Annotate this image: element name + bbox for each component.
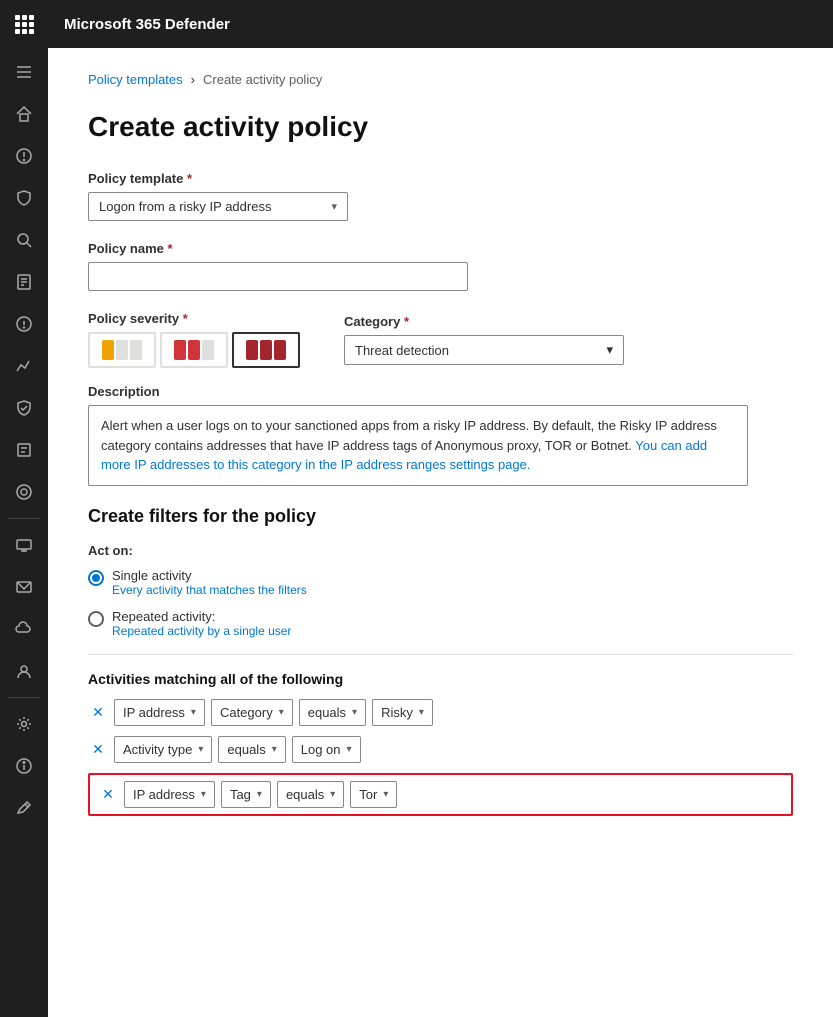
- filter-row-3-highlighted: ✕ IP address ▾ Tag ▾ equals ▾ Tor ▾: [88, 773, 793, 816]
- identity-icon[interactable]: [0, 651, 48, 691]
- filter-ip-address-1[interactable]: IP address ▾: [114, 699, 205, 726]
- single-activity-sublabel: Every activity that matches the filters: [112, 583, 307, 597]
- content-area: Policy templates › Create activity polic…: [48, 48, 833, 1017]
- email-icon[interactable]: [0, 567, 48, 607]
- filter-row-1: ✕ IP address ▾ Category ▾ equals ▾ Risky…: [88, 699, 793, 726]
- reports-icon[interactable]: [0, 262, 48, 302]
- category-group: Category * Threat detection ▾: [344, 314, 624, 365]
- policy-template-label: Policy template *: [88, 171, 793, 186]
- repeated-activity-option[interactable]: Repeated activity: Repeated activity by …: [88, 609, 793, 638]
- single-activity-option[interactable]: Single activity Every activity that matc…: [88, 568, 793, 597]
- policy-name-label: Policy name *: [88, 241, 793, 256]
- endpoints-icon[interactable]: [0, 525, 48, 565]
- chevron-icon: ▾: [272, 744, 277, 755]
- severity-low[interactable]: [88, 332, 156, 368]
- breadcrumb: Policy templates › Create activity polic…: [88, 72, 793, 87]
- filter-tor-3[interactable]: Tor ▾: [350, 781, 397, 808]
- severity-label: Policy severity *: [88, 311, 300, 326]
- policy-name-group: Policy name * Logon from a risky IP addr…: [88, 241, 793, 291]
- filter-category-1[interactable]: Category ▾: [211, 699, 293, 726]
- chevron-icon: ▾: [198, 744, 203, 755]
- repeated-activity-radio[interactable]: [88, 611, 104, 627]
- divider-2: [8, 697, 40, 698]
- category-chevron-icon: ▾: [606, 342, 613, 358]
- threat-analytics-icon[interactable]: [0, 346, 48, 386]
- sidebar-top-bar: [0, 0, 48, 48]
- main-wrapper: Microsoft 365 Defender Policy templates …: [48, 0, 833, 1017]
- divider-1: [8, 518, 40, 519]
- description-group: Description Alert when a user logs on to…: [88, 384, 793, 486]
- learning-hub-icon[interactable]: [0, 430, 48, 470]
- chevron-icon: ▾: [330, 789, 335, 800]
- chevron-icon: ▾: [257, 789, 262, 800]
- description-link[interactable]: You can add more IP addresses to this ca…: [101, 438, 707, 473]
- description-box: Alert when a user logs on to your sancti…: [88, 405, 748, 486]
- repeated-activity-label: Repeated activity:: [112, 609, 291, 624]
- nav-icon-list: [0, 48, 48, 832]
- hunting-icon[interactable]: [0, 220, 48, 260]
- feedback-icon[interactable]: [0, 788, 48, 828]
- policy-name-input[interactable]: Logon from a risky IP address tagged wit…: [88, 262, 468, 291]
- app-name: Microsoft 365 Defender: [64, 16, 230, 33]
- filter-log-on-2[interactable]: Log on ▾: [292, 736, 361, 763]
- severity-medium[interactable]: [160, 332, 228, 368]
- category-label: Category *: [344, 314, 624, 329]
- filter-ip-address-3[interactable]: IP address ▾: [124, 781, 215, 808]
- chevron-icon: ▾: [191, 707, 196, 718]
- filter-equals-3[interactable]: equals ▾: [277, 781, 344, 808]
- settings-icon[interactable]: [0, 704, 48, 744]
- shield-icon[interactable]: [0, 178, 48, 218]
- single-activity-label: Single activity: [112, 568, 307, 583]
- chevron-icon: ▾: [383, 789, 388, 800]
- breadcrumb-parent[interactable]: Policy templates: [88, 72, 183, 87]
- act-on-label: Act on:: [88, 543, 793, 558]
- severity-high[interactable]: [232, 332, 300, 368]
- filter-tag-3[interactable]: Tag ▾: [221, 781, 271, 808]
- page-title: Create activity policy: [88, 111, 793, 143]
- sidebar: [0, 0, 48, 1017]
- policy-template-group: Policy template * Logon from a risky IP …: [88, 171, 793, 221]
- chevron-icon: ▾: [201, 789, 206, 800]
- chevron-icon: ▾: [419, 707, 424, 718]
- filters-section: Create filters for the policy Act on: Si…: [88, 506, 793, 816]
- filter-remove-1[interactable]: ✕: [88, 702, 108, 722]
- filter-remove-2[interactable]: ✕: [88, 739, 108, 759]
- filter-equals-1[interactable]: equals ▾: [299, 699, 366, 726]
- policy-template-select[interactable]: Logon from a risky IP address ▾: [88, 192, 348, 221]
- menu-icon[interactable]: [0, 52, 48, 92]
- severity-group: Policy severity *: [88, 311, 300, 368]
- category-select[interactable]: Threat detection ▾: [344, 335, 624, 365]
- secure-score-icon[interactable]: [0, 388, 48, 428]
- filter-remove-3[interactable]: ✕: [98, 784, 118, 804]
- home-icon[interactable]: [0, 94, 48, 134]
- chevron-icon: ▾: [279, 707, 284, 718]
- divider: [88, 654, 793, 655]
- severity-category-row: Policy severity *: [88, 311, 793, 368]
- cloud-apps-icon[interactable]: [0, 609, 48, 649]
- filters-section-title: Create filters for the policy: [88, 506, 793, 527]
- description-label: Description: [88, 384, 793, 399]
- incidents-icon[interactable]: [0, 136, 48, 176]
- chevron-icon: ▾: [347, 744, 352, 755]
- activities-title: Activities matching all of the following: [88, 671, 793, 687]
- chevron-down-icon: ▾: [331, 200, 337, 213]
- single-activity-radio[interactable]: [88, 570, 104, 586]
- chevron-icon: ▾: [352, 707, 357, 718]
- filter-row-2: ✕ Activity type ▾ equals ▾ Log on ▾: [88, 736, 793, 763]
- filter-activity-type-2[interactable]: Activity type ▾: [114, 736, 212, 763]
- action-center-icon[interactable]: [0, 304, 48, 344]
- repeated-activity-sublabel: Repeated activity by a single user: [112, 624, 291, 638]
- breadcrumb-current: Create activity policy: [203, 72, 322, 87]
- breadcrumb-separator: ›: [191, 72, 195, 87]
- apps-grid-icon[interactable]: [15, 15, 34, 34]
- severity-options: [88, 332, 300, 368]
- partner-catalog-icon[interactable]: [0, 472, 48, 512]
- filter-equals-2[interactable]: equals ▾: [218, 736, 285, 763]
- info-icon[interactable]: [0, 746, 48, 786]
- top-header: Microsoft 365 Defender: [48, 0, 833, 48]
- filter-risky-1[interactable]: Risky ▾: [372, 699, 433, 726]
